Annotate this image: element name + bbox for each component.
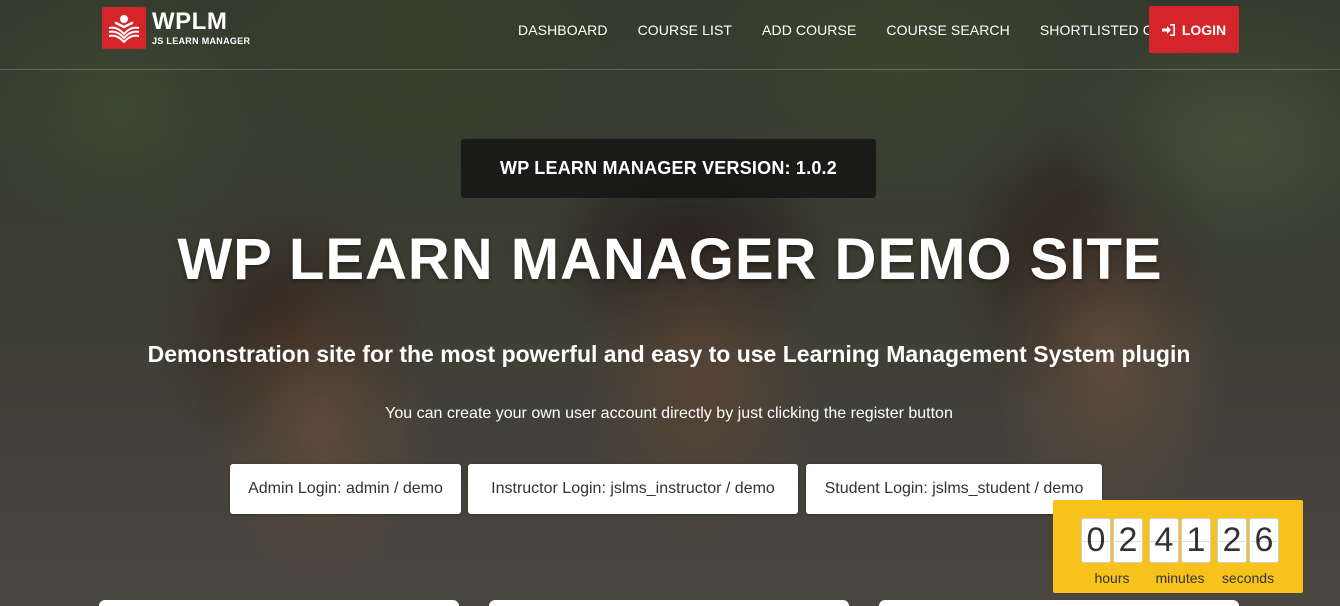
nav-item-course-search[interactable]: COURSE SEARCH <box>886 22 1009 38</box>
version-banner: WP LEARN MANAGER VERSION: 1.0.2 <box>461 139 876 198</box>
site-header: WPLM JS LEARN MANAGER DASHBOARD COURSE L… <box>0 0 1340 70</box>
register-note: You can create your own user account dir… <box>385 405 953 422</box>
hero-subtitle: Demonstration site for the most powerful… <box>147 341 1191 367</box>
countdown-minutes-label: minutes <box>1155 570 1205 586</box>
site-logo[interactable]: WPLM JS LEARN MANAGER <box>102 7 250 49</box>
countdown-digit: 0 <box>1081 518 1111 563</box>
login-label: LOGIN <box>1181 21 1227 38</box>
nav-item-dashboard[interactable]: DASHBOARD <box>518 22 608 38</box>
countdown-digit: 1 <box>1181 518 1211 563</box>
logo-title: WPLM <box>152 8 228 35</box>
instructor-login-box: Instructor Login: jslms_instructor / dem… <box>468 464 798 514</box>
admin-login-box: Admin Login: admin / demo <box>230 464 461 514</box>
main-nav: DASHBOARD COURSE LIST ADD COURSE COURSE … <box>518 22 1233 38</box>
page-title: WP LEARN MANAGER DEMO SITE <box>177 227 1163 292</box>
countdown-digit: 6 <box>1249 518 1279 563</box>
logo-subtitle: JS LEARN MANAGER <box>152 36 251 46</box>
countdown-seconds-label: seconds <box>1221 570 1275 586</box>
countdown-digit: 4 <box>1149 518 1179 563</box>
book-reader-icon <box>102 7 146 49</box>
countdown-minutes: 4 1 <box>1149 518 1213 563</box>
sign-in-icon <box>1161 23 1176 36</box>
countdown-timer: 0 2 4 1 2 6 hours minutes seconds <box>1053 500 1303 593</box>
countdown-hours: 0 2 <box>1081 518 1145 563</box>
feature-card[interactable] <box>489 600 849 606</box>
feature-card[interactable] <box>879 600 1239 606</box>
countdown-digit: 2 <box>1217 518 1247 563</box>
countdown-hours-label: hours <box>1094 570 1130 586</box>
nav-item-add-course[interactable]: ADD COURSE <box>762 22 856 38</box>
nav-item-course-list[interactable]: COURSE LIST <box>638 22 732 38</box>
login-button[interactable]: LOGIN <box>1149 6 1239 53</box>
countdown-digit: 2 <box>1113 518 1143 563</box>
feature-card[interactable] <box>99 600 459 606</box>
countdown-seconds: 2 6 <box>1217 518 1281 563</box>
